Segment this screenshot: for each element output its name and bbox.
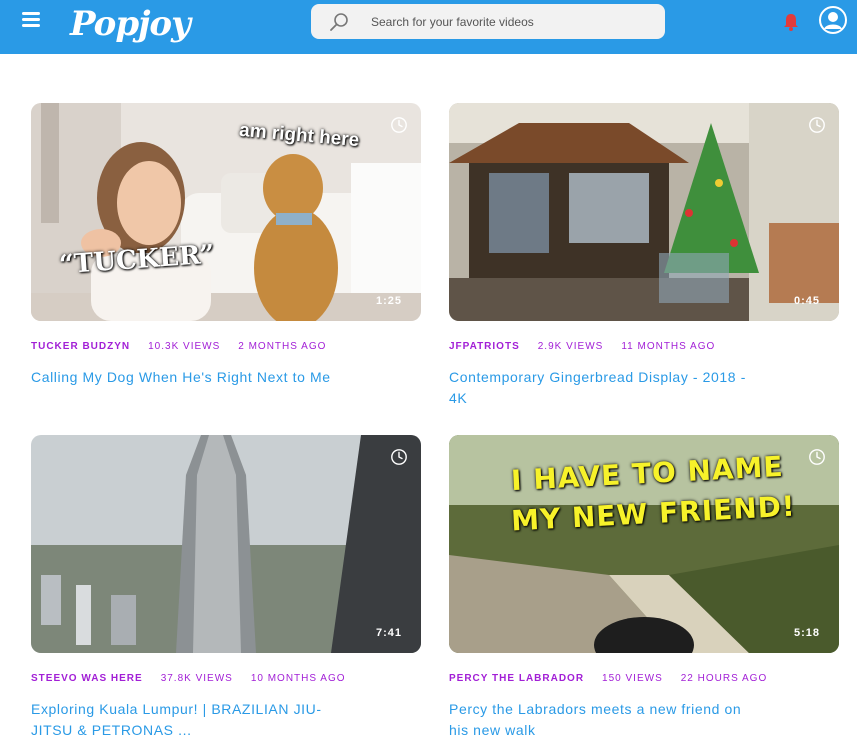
channel-name[interactable]: JFPATRIOTS bbox=[449, 341, 520, 352]
view-count: 37.8K VIEWS bbox=[160, 673, 233, 684]
video-duration: 1:25 bbox=[375, 295, 402, 307]
search-input[interactable] bbox=[371, 4, 656, 39]
video-card: 0:45 JFPATRIOTS 2.9K VIEWS 11 MONTHS AGO C… bbox=[449, 103, 839, 409]
thumbnail-image bbox=[449, 103, 839, 321]
video-title[interactable]: Percy the Labradors meets a new friend o… bbox=[449, 699, 759, 741]
watch-later-clock-icon[interactable] bbox=[390, 116, 408, 134]
upload-age: 2 MONTHS AGO bbox=[238, 341, 327, 352]
video-card: 7:41 STEEVO WAS HERE 37.8K VIEWS 10 MONTHS… bbox=[31, 435, 421, 741]
upload-age: 22 HOURS AGO bbox=[680, 673, 768, 684]
video-meta: STEEVO WAS HERE 37.8K VIEWS 10 MONTHS AGO bbox=[31, 673, 421, 687]
video-meta: TUCKER BUDZYN 10.3K VIEWS 2 MONTHS AGO bbox=[31, 341, 421, 355]
watch-later-clock-icon[interactable] bbox=[390, 448, 408, 466]
video-card: I HAVE TO NAME MY NEW FRIEND! 5:18 PERCY… bbox=[449, 435, 839, 741]
logo[interactable]: Popjoy bbox=[70, 2, 191, 50]
view-count: 2.9K VIEWS bbox=[537, 341, 604, 352]
notification-bell-icon[interactable] bbox=[782, 12, 800, 32]
view-count: 10.3K VIEWS bbox=[148, 341, 221, 352]
channel-name[interactable]: PERCY THE LABRADOR bbox=[449, 673, 584, 684]
video-duration: 7:41 bbox=[375, 627, 402, 639]
video-title[interactable]: Exploring Kuala Lumpur! | BRAZILIAN JIU-… bbox=[31, 699, 341, 741]
menu-icon[interactable] bbox=[22, 12, 40, 28]
video-duration: 5:18 bbox=[793, 627, 820, 639]
video-meta: JFPATRIOTS 2.9K VIEWS 11 MONTHS AGO bbox=[449, 341, 839, 355]
video-thumbnail[interactable]: I HAVE TO NAME MY NEW FRIEND! 5:18 bbox=[449, 435, 839, 653]
top-navigation-bar: Popjoy bbox=[0, 0, 857, 54]
thumbnail-image bbox=[31, 435, 421, 653]
video-thumbnail[interactable]: 0:45 bbox=[449, 103, 839, 321]
view-count: 150 VIEWS bbox=[602, 673, 663, 684]
video-thumbnail[interactable]: 7:41 bbox=[31, 435, 421, 653]
channel-name[interactable]: STEEVO WAS HERE bbox=[31, 673, 143, 684]
upload-age: 10 MONTHS AGO bbox=[250, 673, 346, 684]
search-bar bbox=[311, 4, 665, 39]
video-duration: 0:45 bbox=[793, 295, 820, 307]
search-icon[interactable] bbox=[329, 12, 349, 32]
video-thumbnail[interactable]: am right here “TUCKER” 1:25 bbox=[31, 103, 421, 321]
video-title[interactable]: Contemporary Gingerbread Display - 2018 … bbox=[449, 367, 759, 409]
video-meta: PERCY THE LABRADOR 150 VIEWS 22 HOURS AGO bbox=[449, 673, 839, 687]
watch-later-clock-icon[interactable] bbox=[808, 448, 826, 466]
watch-later-clock-icon[interactable] bbox=[808, 116, 826, 134]
video-title[interactable]: Calling My Dog When He's Right Next to M… bbox=[31, 367, 341, 388]
upload-age: 11 MONTHS AGO bbox=[621, 341, 716, 352]
channel-name[interactable]: TUCKER BUDZYN bbox=[31, 341, 130, 352]
video-card: am right here “TUCKER” 1:25 TUCKER BUDZY… bbox=[31, 103, 421, 388]
user-account-icon[interactable] bbox=[818, 5, 848, 35]
thumbnail-image bbox=[31, 103, 421, 321]
